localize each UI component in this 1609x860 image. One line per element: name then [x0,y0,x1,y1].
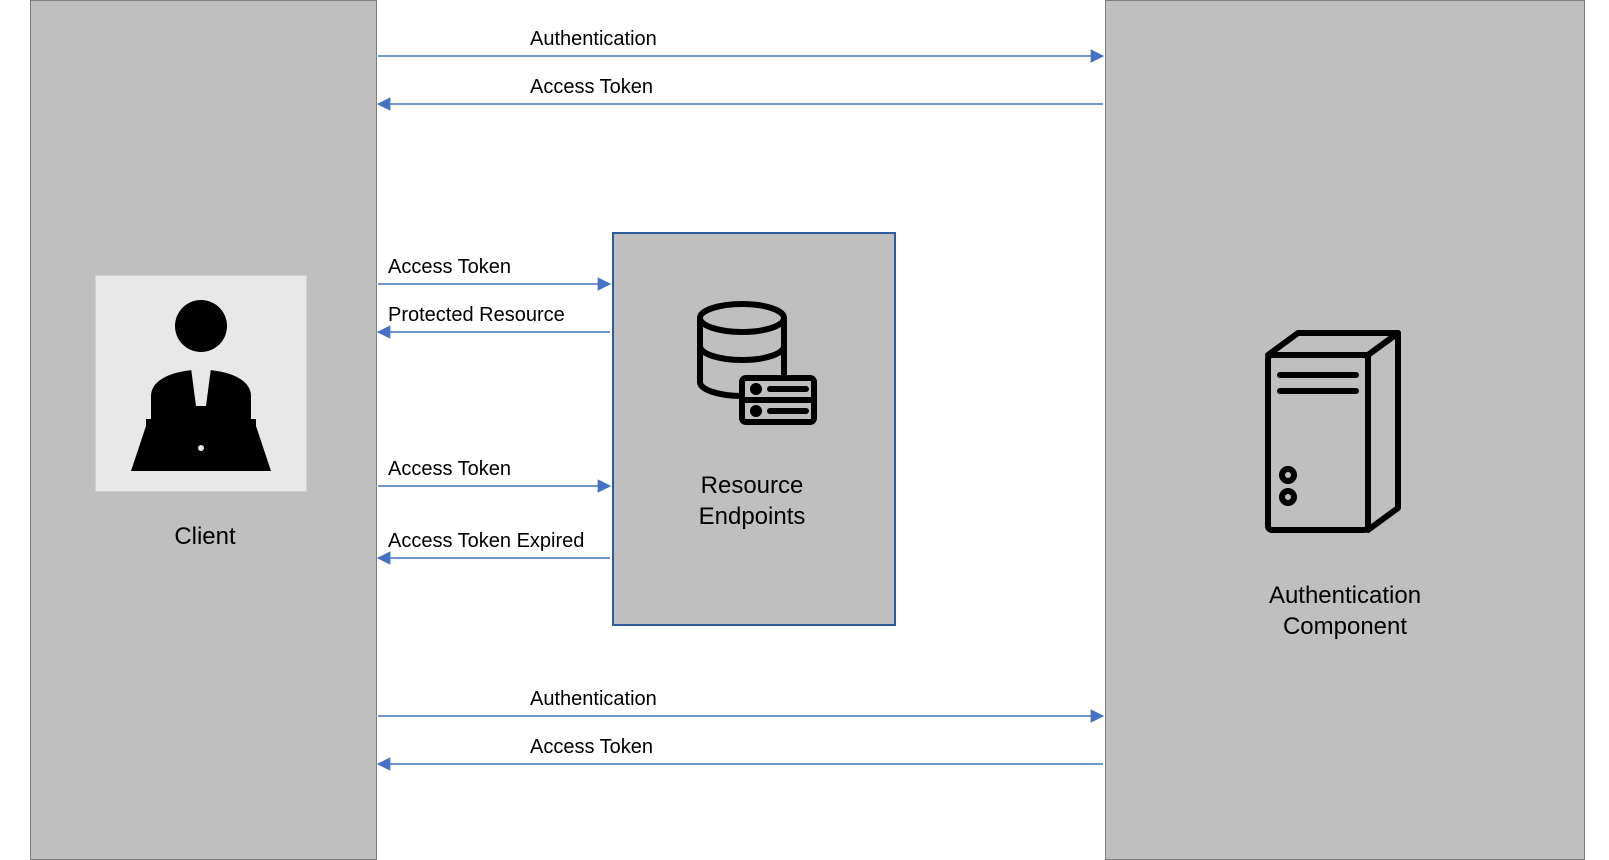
msg-access-token-req1: Access Token [388,256,511,279]
resource-label-line2: Endpoints [699,503,806,530]
msg-authentication-top: Authentication [530,28,657,51]
auth-label-line1: Authentication [1269,582,1421,609]
msg-access-token-bottom: Access Token [530,736,653,759]
auth-component-label: Authentication Component [1215,580,1475,642]
client-label: Client [145,523,265,551]
auth-label-line2: Component [1283,613,1407,640]
diagram-canvas: Client Resource Endpoints Authentication… [0,0,1609,860]
msg-protected-resource: Protected Resource [388,304,565,327]
client-icon [95,275,307,492]
server-tower-icon [1250,325,1430,545]
database-icon [682,300,822,430]
msg-access-token-expired: Access Token Expired [388,530,584,553]
resource-endpoints-label: Resource Endpoints [652,470,852,532]
msg-access-token-top: Access Token [530,76,653,99]
resource-label-line1: Resource [701,472,804,499]
msg-access-token-req2: Access Token [388,458,511,481]
msg-authentication-bottom: Authentication [530,688,657,711]
